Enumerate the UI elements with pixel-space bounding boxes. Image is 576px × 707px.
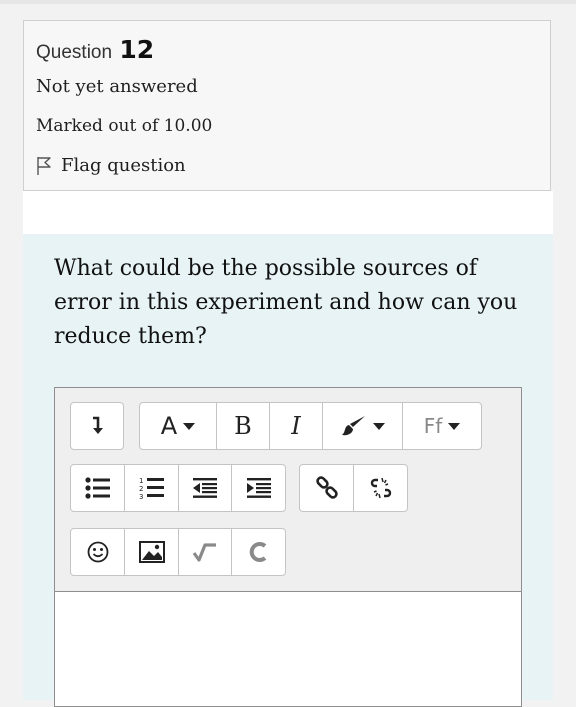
link-button[interactable] (300, 465, 354, 511)
chevron-down-icon (448, 422, 461, 430)
flag-icon (37, 156, 51, 175)
question-state: Not yet answered (36, 76, 198, 97)
svg-text:1: 1 (139, 477, 143, 485)
ordered-list-button[interactable]: 1 2 3 (125, 465, 179, 511)
question-number: Question 12 (36, 35, 154, 64)
paint-icon (341, 416, 365, 436)
indent-icon (246, 478, 271, 498)
font-style-label: A (160, 412, 178, 440)
ordered-list-icon: 1 2 3 (139, 477, 164, 500)
question-number-value: 12 (119, 35, 155, 64)
insert-group (70, 528, 286, 576)
top-edge (0, 0, 576, 4)
recordrtc-icon (249, 542, 266, 562)
collapse-button[interactable] (71, 403, 123, 449)
flag-question-link[interactable]: Flag question (36, 155, 186, 176)
equation-icon (192, 543, 216, 562)
recordrtc-button[interactable] (232, 529, 285, 575)
italic-button[interactable]: I (270, 403, 323, 449)
emoji-icon (87, 541, 108, 563)
equation-button[interactable] (179, 529, 232, 575)
bold-label: B (234, 412, 252, 440)
indent-button[interactable] (232, 465, 285, 511)
outdent-icon (193, 478, 217, 498)
question-text: What could be the possible sources of er… (54, 256, 518, 349)
italic-label: I (291, 412, 301, 440)
emoji-button[interactable] (71, 529, 125, 575)
font-family-button[interactable]: Ff (403, 403, 481, 449)
list-group: 1 2 3 (70, 464, 286, 512)
unlink-button[interactable] (354, 465, 407, 511)
font-style-button[interactable]: A (140, 403, 217, 449)
flag-question-label: Flag question (61, 155, 186, 176)
unordered-list-icon (84, 477, 110, 499)
chevron-down-icon (183, 422, 196, 430)
font-color-button[interactable] (323, 403, 403, 449)
unlink-icon (370, 477, 391, 499)
collapse-group (70, 402, 124, 450)
answer-editor: A B I Ff 1 2 3 (54, 387, 522, 707)
image-button[interactable] (125, 529, 179, 575)
unordered-list-button[interactable] (71, 465, 125, 511)
svg-text:3: 3 (139, 493, 143, 500)
link-group (299, 464, 408, 512)
outdent-button[interactable] (179, 465, 232, 511)
link-icon (315, 476, 338, 499)
question-info-panel: Question 12 Not yet answered Marked out … (23, 20, 551, 191)
question-content: What could be the possible sources of er… (23, 234, 553, 707)
editor-toolbar: A B I Ff 1 2 3 (55, 388, 521, 592)
svg-text:2: 2 (139, 485, 143, 493)
bold-button[interactable]: B (217, 403, 270, 449)
chevron-down-icon (372, 422, 385, 430)
question-grade: Marked out of 10.00 (36, 116, 213, 136)
collapse-icon (93, 416, 103, 434)
image-icon (138, 541, 165, 563)
question-label: Question (36, 42, 113, 63)
answer-text-area[interactable] (55, 592, 521, 706)
spacer (23, 191, 553, 234)
font-family-label: Ff (423, 414, 443, 438)
text-style-group: A B I Ff (139, 402, 482, 450)
